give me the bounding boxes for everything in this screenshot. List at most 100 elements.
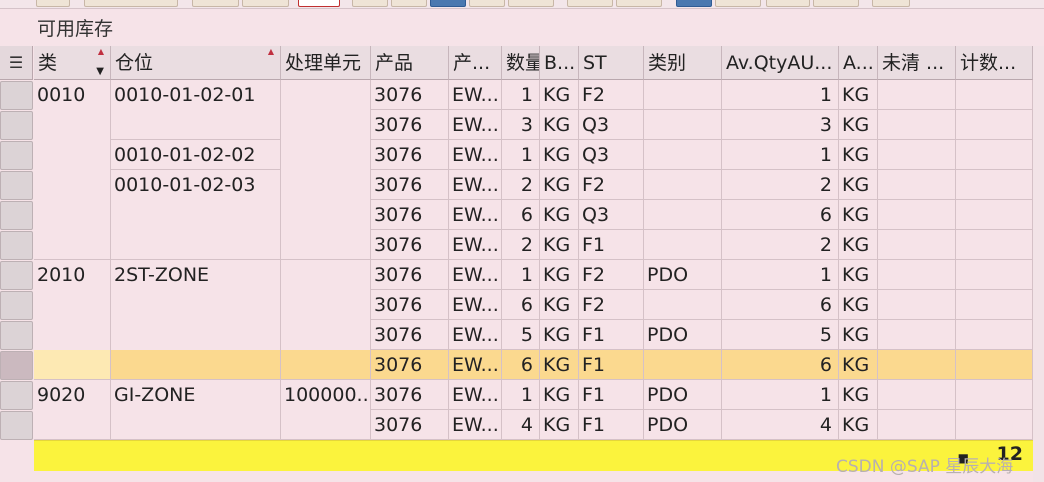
cell-uom[interactable]: KG: [540, 320, 579, 350]
cell-product-desc[interactable]: EW...: [449, 170, 502, 200]
cell-stock-type[interactable]: Q3: [579, 200, 644, 230]
cell-avail-qty[interactable]: 1: [722, 140, 839, 170]
cell-qty[interactable]: 2: [502, 230, 540, 260]
header-col-hu[interactable]: 处理单元: [281, 46, 371, 80]
cell-bin[interactable]: GI-ZONE: [111, 380, 281, 410]
cell-category[interactable]: [644, 110, 722, 140]
toolbar-button[interactable]: [508, 0, 554, 7]
cell-open[interactable]: [878, 140, 956, 170]
toolbar-button[interactable]: [616, 0, 662, 7]
cell-stock-type[interactable]: F1: [579, 410, 644, 440]
cell-stock-type[interactable]: Q3: [579, 140, 644, 170]
cell-hu[interactable]: [281, 200, 371, 230]
cell-category[interactable]: [644, 140, 722, 170]
cell-type[interactable]: [34, 110, 111, 140]
cell-auom[interactable]: KG: [839, 290, 878, 320]
header-col-product-desc[interactable]: 产...: [449, 46, 502, 80]
toolbar-button[interactable]: [813, 0, 859, 7]
cell-stock-type[interactable]: Q3: [579, 110, 644, 140]
row-selector[interactable]: [0, 321, 33, 350]
cell-product[interactable]: 3076: [371, 320, 449, 350]
cell-bin[interactable]: 0010-01-02-01: [111, 80, 281, 110]
toolbar-button[interactable]: [430, 0, 466, 7]
cell-bin[interactable]: [111, 230, 281, 260]
toolbar-button[interactable]: [715, 0, 761, 7]
cell-bin[interactable]: 0010-01-02-02: [111, 140, 281, 170]
cell-auom[interactable]: KG: [839, 170, 878, 200]
cell-auom[interactable]: KG: [839, 410, 878, 440]
cell-auom[interactable]: KG: [839, 230, 878, 260]
cell-product-desc[interactable]: EW...: [449, 410, 502, 440]
cell-count[interactable]: [956, 410, 1033, 440]
cell-avail-qty[interactable]: 1: [722, 80, 839, 110]
cell-hu[interactable]: [281, 170, 371, 200]
cell-open[interactable]: [878, 200, 956, 230]
cell-count[interactable]: [956, 380, 1033, 410]
header-col-uom[interactable]: B...: [540, 46, 579, 80]
cell-open[interactable]: [878, 110, 956, 140]
cell-hu[interactable]: 100000...: [281, 380, 371, 410]
cell-qty[interactable]: 1: [502, 80, 540, 110]
cell-type[interactable]: [34, 410, 111, 440]
cell-type[interactable]: [34, 290, 111, 320]
row-selector[interactable]: [0, 231, 33, 260]
cell-qty[interactable]: 5: [502, 320, 540, 350]
cell-uom[interactable]: KG: [540, 380, 579, 410]
cell-count[interactable]: [956, 320, 1033, 350]
cell-category[interactable]: PDO: [644, 320, 722, 350]
cell-type[interactable]: 0010: [34, 80, 111, 110]
cell-uom[interactable]: KG: [540, 110, 579, 140]
cell-uom[interactable]: KG: [540, 200, 579, 230]
cell-product[interactable]: 3076: [371, 290, 449, 320]
toolbar-button[interactable]: [766, 0, 810, 7]
cell-count[interactable]: [956, 110, 1033, 140]
cell-type[interactable]: [34, 170, 111, 200]
row-selector[interactable]: [0, 291, 33, 320]
cell-bin[interactable]: [111, 110, 281, 140]
cell-stock-type[interactable]: F2: [579, 80, 644, 110]
cell-uom[interactable]: KG: [540, 410, 579, 440]
row-selector[interactable]: [0, 111, 33, 140]
cell-auom[interactable]: KG: [839, 320, 878, 350]
cell-product-desc[interactable]: EW...: [449, 260, 502, 290]
row-selector[interactable]: [0, 141, 33, 170]
cell-category[interactable]: [644, 200, 722, 230]
cell-category[interactable]: PDO: [644, 380, 722, 410]
cell-open[interactable]: [878, 170, 956, 200]
row-selector[interactable]: [0, 81, 33, 110]
cell-auom[interactable]: KG: [839, 380, 878, 410]
cell-stock-type[interactable]: F1: [579, 350, 644, 380]
cell-open[interactable]: [878, 320, 956, 350]
cell-bin[interactable]: 2ST-ZONE: [111, 260, 281, 290]
cell-product-desc[interactable]: EW...: [449, 140, 502, 170]
cell-stock-type[interactable]: F2: [579, 290, 644, 320]
cell-avail-qty[interactable]: 6: [722, 350, 839, 380]
cell-product-desc[interactable]: EW...: [449, 350, 502, 380]
cell-product-desc[interactable]: EW...: [449, 110, 502, 140]
toolbar-button-active[interactable]: [298, 0, 340, 7]
cell-product[interactable]: 3076: [371, 260, 449, 290]
cell-bin[interactable]: [111, 290, 281, 320]
cell-category[interactable]: [644, 170, 722, 200]
cell-stock-type[interactable]: F1: [579, 230, 644, 260]
cell-category[interactable]: [644, 290, 722, 320]
row-selector[interactable]: [0, 381, 33, 410]
cell-product-desc[interactable]: EW...: [449, 380, 502, 410]
cell-qty[interactable]: 1: [502, 380, 540, 410]
header-col-qty[interactable]: 数量: [502, 46, 540, 80]
cell-avail-qty[interactable]: 1: [722, 260, 839, 290]
cell-auom[interactable]: KG: [839, 140, 878, 170]
cell-uom[interactable]: KG: [540, 140, 579, 170]
cell-bin[interactable]: [111, 320, 281, 350]
cell-product-desc[interactable]: EW...: [449, 230, 502, 260]
cell-hu[interactable]: [281, 80, 371, 110]
cell-qty[interactable]: 6: [502, 290, 540, 320]
cell-auom[interactable]: KG: [839, 200, 878, 230]
cell-product[interactable]: 3076: [371, 170, 449, 200]
toolbar-button[interactable]: [469, 0, 505, 7]
cell-count[interactable]: [956, 350, 1033, 380]
row-selector[interactable]: [0, 201, 33, 230]
cell-product[interactable]: 3076: [371, 80, 449, 110]
cell-count[interactable]: [956, 290, 1033, 320]
cell-type[interactable]: 9020: [34, 380, 111, 410]
